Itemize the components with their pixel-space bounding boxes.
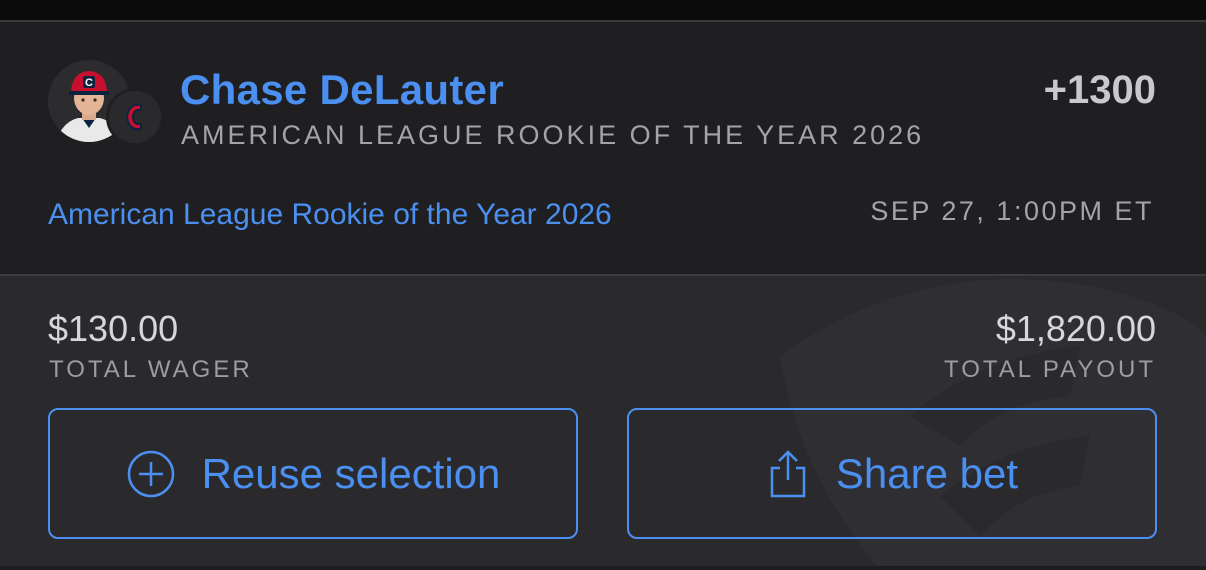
total-payout-amount: $1,820.00: [995, 308, 1156, 349]
top-strip: [0, 0, 1206, 22]
event-link[interactable]: American League Rookie of the Year 2026: [48, 198, 612, 232]
team-logo: [106, 88, 164, 146]
bottom-divider: [0, 566, 1206, 570]
reuse-selection-label: Reuse selection: [201, 449, 501, 497]
total-payout-label: TOTAL PAYOUT: [943, 356, 1156, 383]
bet-selection-card: C Chase DeLauter AMERICAN LEAGUE ROOKIE …: [0, 22, 1206, 274]
total-wager-label: TOTAL WAGER: [49, 356, 253, 383]
event-time: SEP 27, 1:00PM ET: [870, 196, 1154, 226]
total-wager-amount: $130.00: [48, 308, 179, 349]
bet-summary: $130.00 TOTAL WAGER $1,820.00 TOTAL PAYO…: [0, 276, 1206, 570]
player-name[interactable]: Chase DeLauter: [180, 66, 504, 114]
plus-circle-icon: [126, 449, 176, 499]
market-name: AMERICAN LEAGUE ROOKIE OF THE YEAR 2026: [181, 120, 925, 150]
share-bet-label: Share bet: [835, 449, 1019, 497]
share-icon: [766, 448, 810, 500]
share-bet-button[interactable]: Share bet: [627, 408, 1157, 539]
svg-text:C: C: [85, 77, 93, 89]
odds-value: +1300: [1043, 68, 1156, 112]
reuse-selection-button[interactable]: Reuse selection: [48, 408, 578, 539]
